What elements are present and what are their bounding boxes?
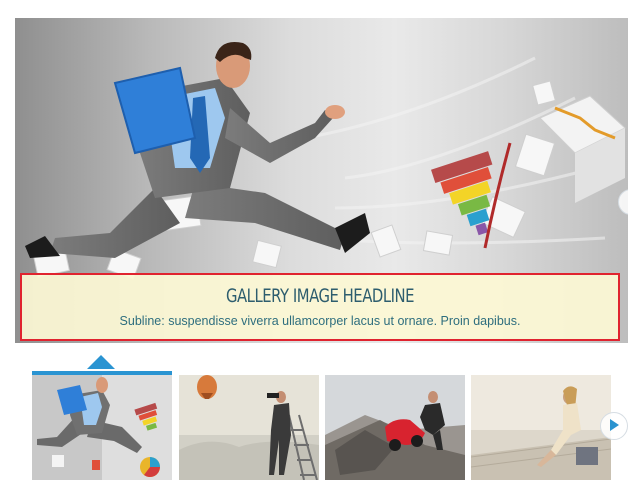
thumbnail-strip — [32, 355, 640, 497]
thumbnail-2[interactable] — [179, 375, 319, 480]
man-on-ladder-thumbnail — [179, 375, 319, 480]
caption-headline: GALLERY IMAGE HEADLINE — [225, 285, 415, 307]
woman-on-pier-thumbnail — [471, 375, 611, 480]
thumbnail-4[interactable] — [471, 375, 611, 480]
active-thumbnail-pointer-icon — [87, 355, 115, 369]
thumbnail-1[interactable] — [32, 371, 172, 480]
slide-caption: GALLERY IMAGE HEADLINE Subline: suspendi… — [20, 273, 620, 341]
businessman-pushing-car-thumbnail — [325, 375, 465, 480]
image-gallery: GALLERY IMAGE HEADLINE Subline: suspendi… — [0, 0, 640, 497]
businessman-running-thumbnail — [32, 375, 172, 480]
caption-subline: Subline: suspendisse viverra ullamcorper… — [119, 314, 521, 328]
thumbnail-3[interactable] — [325, 375, 465, 480]
next-thumbnails-arrow-icon[interactable] — [600, 412, 628, 440]
